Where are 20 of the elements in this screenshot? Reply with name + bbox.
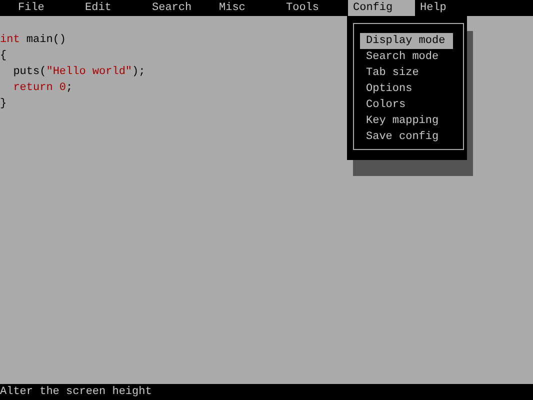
menu-option[interactable]: Options bbox=[360, 81, 453, 97]
code-line: return 0; bbox=[12, 81, 73, 96]
code-line: puts("Hello world"); bbox=[12, 65, 146, 80]
menu-option[interactable]: Tab size bbox=[360, 65, 453, 81]
menu-option[interactable]: Display mode bbox=[360, 33, 453, 49]
menu-item[interactable]: File bbox=[13, 0, 80, 16]
code-line: } bbox=[0, 97, 7, 112]
menu-item[interactable]: Search bbox=[147, 0, 214, 16]
menu-item[interactable]: Help bbox=[415, 0, 482, 16]
menu-option[interactable]: Search mode bbox=[360, 49, 453, 65]
menu-option[interactable]: Save config bbox=[360, 129, 453, 145]
status-text: Alter the screen height bbox=[0, 386, 152, 398]
menu-item[interactable]: Tools bbox=[281, 0, 348, 16]
menu-item[interactable]: Edit bbox=[80, 0, 147, 16]
code-line: { bbox=[0, 49, 7, 64]
code-line: int main() bbox=[0, 33, 66, 48]
menu-option[interactable]: Key mapping bbox=[360, 113, 453, 129]
menu-option[interactable]: Colors bbox=[360, 97, 453, 113]
menu-item[interactable]: Config bbox=[348, 0, 415, 16]
menu-item[interactable]: Misc bbox=[214, 0, 281, 16]
